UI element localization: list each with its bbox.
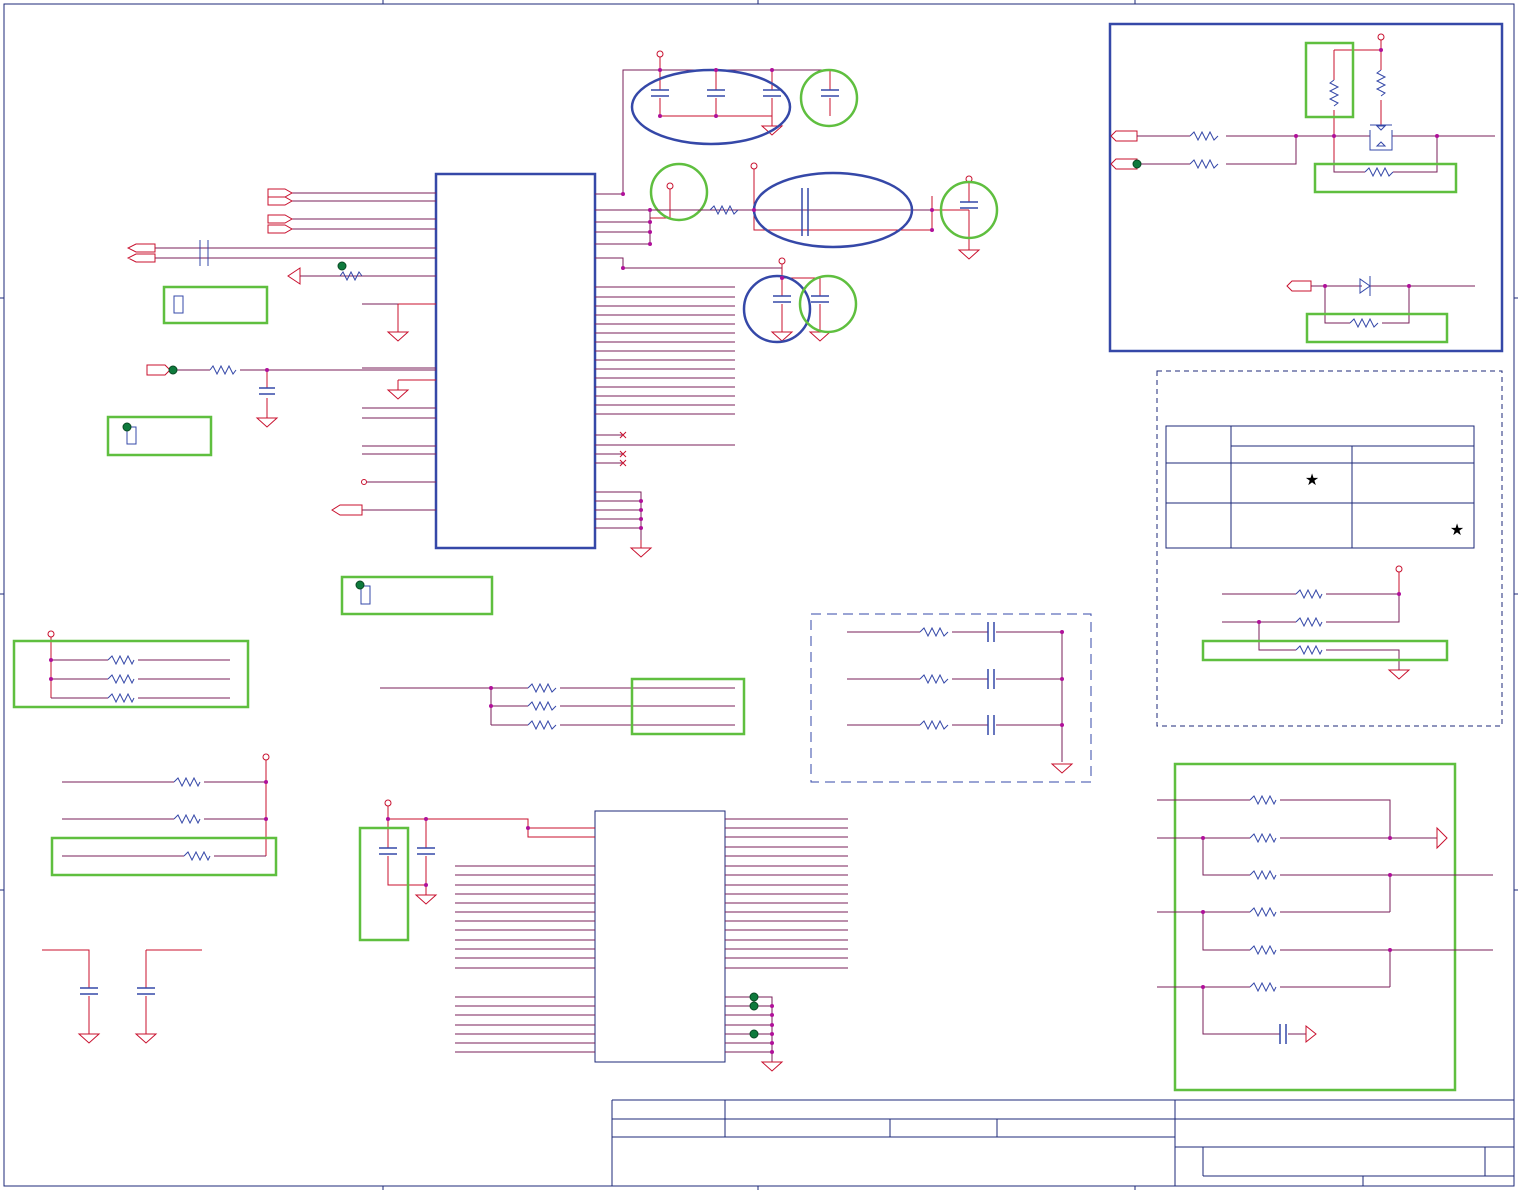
test-point [122, 422, 132, 432]
main-ic-block [434, 172, 597, 550]
decoupling-caps-mid [742, 257, 858, 344]
test-point [749, 992, 759, 1002]
level-shift-block [1108, 22, 1504, 353]
note-box-green [12, 639, 250, 709]
port-pair-2 [267, 214, 294, 234]
port-pair-1 [267, 188, 294, 206]
sheet-frame [0, 0, 1518, 1190]
decoupling-caps-top [630, 50, 859, 146]
note-box-green [1304, 41, 1355, 119]
selected-mark: ★ [1305, 470, 1319, 489]
highlight-blue-ellipse [630, 68, 792, 146]
port-arrow-left [287, 267, 301, 285]
test-point [355, 580, 365, 590]
port-pair-3 [126, 243, 156, 263]
port-out-1 [331, 504, 363, 516]
pullup-resistors-left [12, 630, 250, 709]
capacitor-c1 [259, 387, 275, 395]
bottom-left-caps [42, 949, 202, 1044]
power-filter [649, 162, 999, 260]
note-box-green [1305, 312, 1449, 344]
highlight-green-circle [799, 68, 859, 128]
title-block [611, 1099, 1514, 1186]
selected-mark: ★ [1450, 520, 1464, 539]
left-signal-wires [106, 188, 494, 616]
note-box-green [358, 826, 410, 942]
note-box-green [1173, 762, 1457, 1092]
port-input-1 [146, 364, 171, 376]
note-box-green [340, 575, 494, 616]
test-point [749, 1001, 759, 1011]
highlight-green-circle [649, 162, 709, 222]
resistor-r2 [209, 364, 237, 376]
secondary-ic-block [358, 799, 848, 1072]
note-box-green [106, 415, 213, 457]
open-pin [361, 479, 367, 485]
series-resistors-mid [380, 677, 746, 736]
coupling-capacitor [199, 240, 209, 266]
test-point [1132, 159, 1142, 169]
resistor-array-right [1157, 762, 1493, 1092]
pullup-resistors-left-2 [50, 753, 278, 877]
rc-filter-block [810, 613, 1092, 783]
config-legend-region: ★ ★ [1156, 370, 1503, 727]
test-point [337, 261, 347, 271]
schematic-canvas: ★ ★ [0, 0, 1518, 1190]
test-point [749, 1029, 759, 1039]
test-point [168, 365, 178, 375]
note-box-green [162, 285, 269, 325]
note-box-green [1201, 639, 1449, 662]
